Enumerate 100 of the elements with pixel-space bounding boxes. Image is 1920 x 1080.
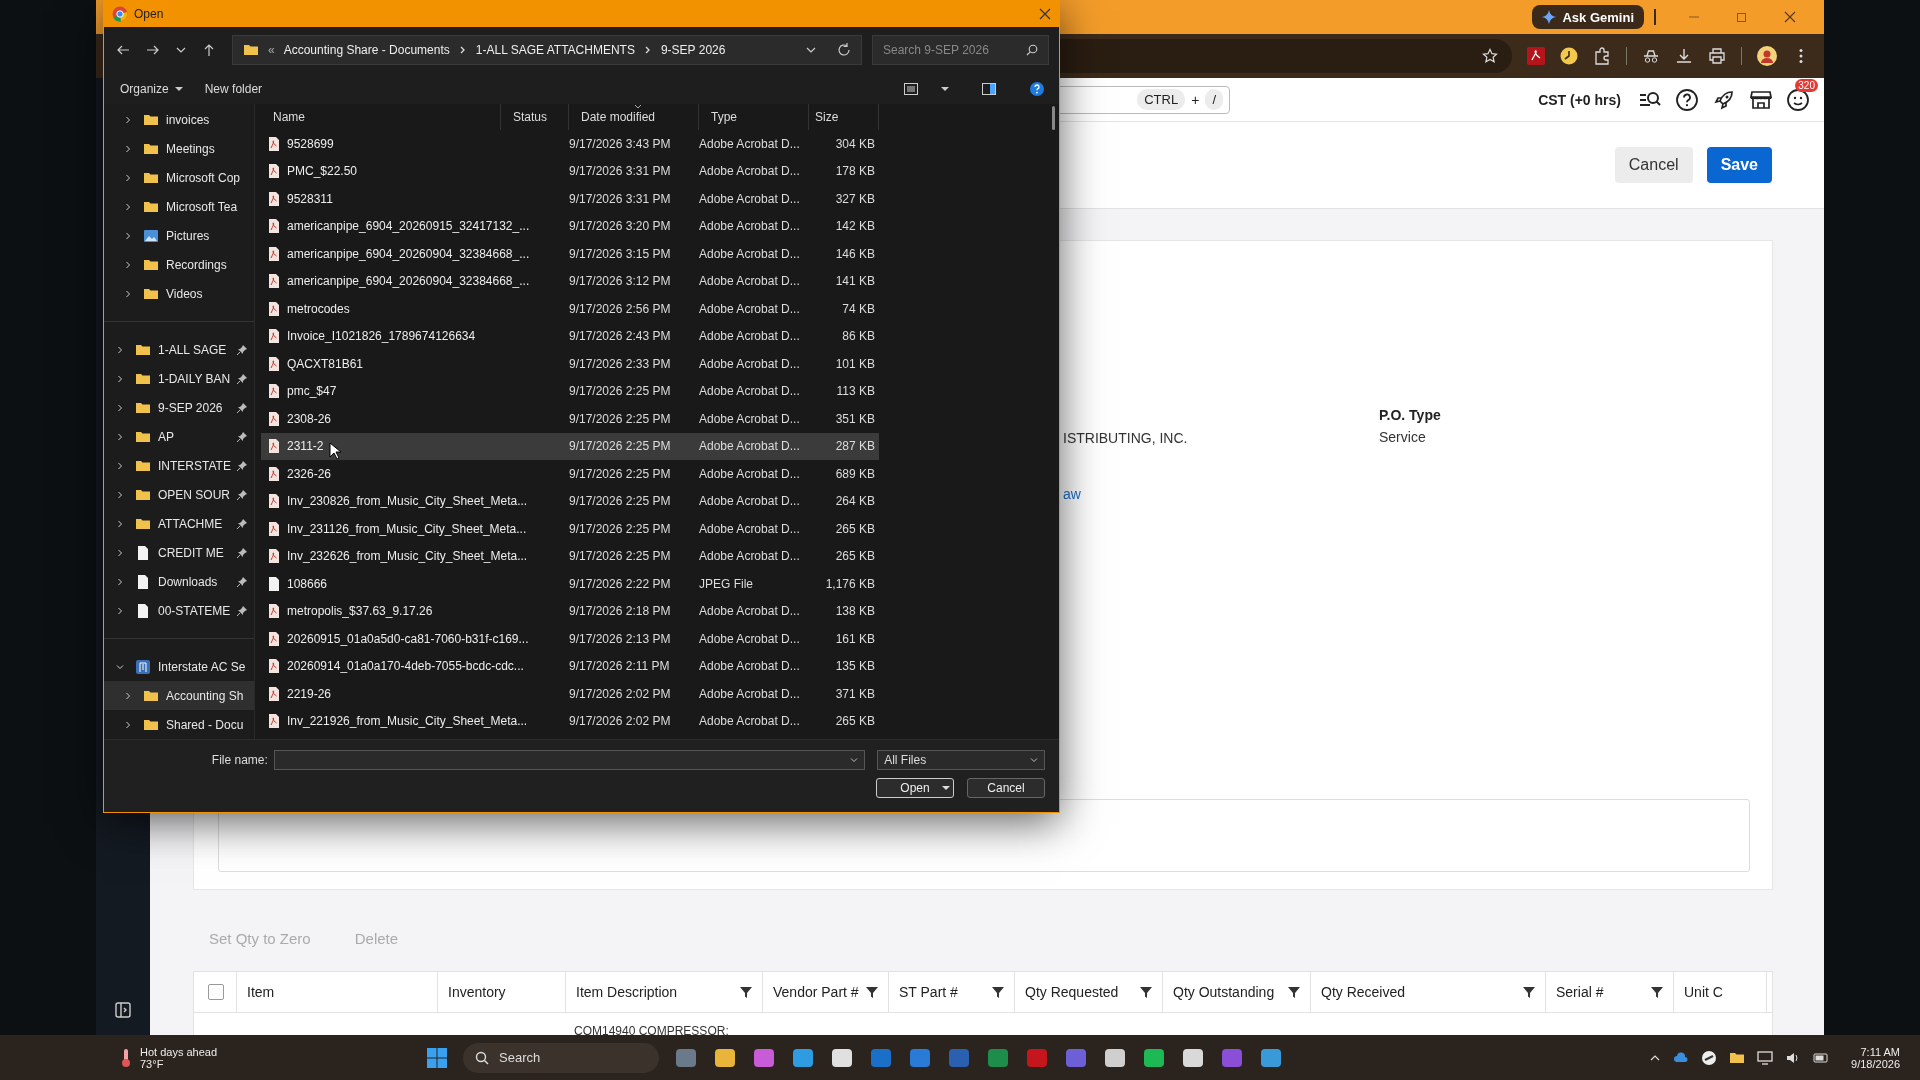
help-icon[interactable]: [1029, 80, 1045, 97]
header-button[interactable]: Save: [1706, 147, 1772, 183]
navigation-item[interactable]: Shared - Docu: [104, 710, 254, 739]
navigation-item[interactable]: invoices: [104, 105, 254, 134]
filter-icon[interactable]: [1523, 986, 1535, 998]
navigation-item[interactable]: Videos: [104, 279, 254, 308]
download-icon[interactable]: [1675, 47, 1693, 65]
details-view-icon[interactable]: [903, 80, 919, 97]
chevron-down-icon[interactable]: [176, 45, 186, 55]
file-row[interactable]: 108666 9/17/2026 2:22 PM JPEG File 1,176 KB: [261, 570, 879, 598]
file-row[interactable]: metropolis_$37.63_9.17.26 9/17/2026 2:18 PM Adobe Acrobat D... 138 KB: [261, 597, 879, 625]
incognito-icon[interactable]: [1642, 47, 1660, 65]
filter-icon[interactable]: [740, 986, 752, 998]
panel-toggle-icon[interactable]: [114, 1001, 132, 1019]
clock[interactable]: 7:11 AM 9/18/2026: [1851, 1045, 1900, 1070]
column-header[interactable]: Qty Received: [1321, 984, 1406, 1000]
file-row[interactable]: Invoice_I1021826_1789674126634 9/17/2026 2:43 PM Adobe Acrobat D... 86 KB: [261, 322, 879, 350]
navigation-item[interactable]: Recordings: [104, 250, 254, 279]
filter-icon[interactable]: [1140, 986, 1152, 998]
chevron-right-icon[interactable]: [643, 46, 652, 54]
file-row[interactable]: 2308-26 9/17/2026 2:25 PM Adobe Acrobat D... 351 KB: [261, 405, 879, 433]
navigation-item[interactable]: 00-STATEME: [104, 596, 254, 625]
file-row[interactable]: pmc_$47 9/17/2026 2:25 PM Adobe Acrobat D... 113 KB: [261, 377, 879, 405]
file-row[interactable]: Inv_230826_from_Music_City_Sheet_Meta... 9/17/2026 2:25 PM Adobe Acrobat D... 264 KB: [261, 487, 879, 515]
filter-icon[interactable]: [992, 986, 1004, 998]
header-button[interactable]: Cancel: [1614, 147, 1693, 183]
pdf-extension-icon[interactable]: [1527, 47, 1545, 65]
navigation-item[interactable]: Microsoft Cop: [104, 163, 254, 192]
avatar-icon[interactable]: [1757, 46, 1777, 66]
user-icon[interactable]: [1786, 87, 1810, 112]
file-row[interactable]: americanpipe_6904_20260915_32417132_... 9/17/2026 3:20 PM Adobe Acrobat D... 142 KB: [261, 212, 879, 240]
close-icon[interactable]: [1784, 11, 1796, 23]
start-icon[interactable]: [426, 1046, 448, 1069]
navigation-item[interactable]: Downloads: [104, 567, 254, 596]
chevron-down-icon[interactable]: [806, 45, 816, 55]
file-row[interactable]: 9528311 9/17/2026 3:31 PM Adobe Acrobat D... 327 KB: [261, 185, 879, 213]
breadcrumb-item[interactable]: 9-SEP 2026: [660, 43, 726, 57]
column-header[interactable]: Size: [809, 104, 879, 130]
navigation-item[interactable]: Interstate AC Se: [104, 652, 254, 681]
file-row[interactable]: 20260914_01a0a170-4deb-7055-bcdc-cdc... 9/17/2026 2:11 PM Adobe Acrobat D... 135 KB: [261, 652, 879, 680]
refresh-icon[interactable]: [837, 43, 851, 57]
restore-icon[interactable]: [1736, 11, 1748, 23]
search-field[interactable]: Search 9-SEP 2026: [872, 35, 1049, 65]
ask-gemini-button[interactable]: Ask Gemini: [1532, 5, 1644, 29]
column-header[interactable]: Item: [247, 984, 275, 1000]
file-row[interactable]: 2326-26 9/17/2026 2:25 PM Adobe Acrobat D... 689 KB: [261, 460, 879, 488]
close-icon[interactable]: [1039, 7, 1051, 20]
file-row[interactable]: americanpipe_6904_20260904_32384668_... 9/17/2026 3:15 PM Adobe Acrobat D... 146 KB: [261, 240, 879, 268]
command-button[interactable]: Organize: [120, 81, 183, 96]
column-header[interactable]: Vendor Part #: [773, 984, 859, 1000]
column-header[interactable]: Name: [261, 104, 501, 130]
filter-icon[interactable]: [1288, 986, 1300, 998]
file-row[interactable]: Inv_231126_from_Music_City_Sheet_Meta... 9/17/2026 2:25 PM Adobe Acrobat D... 265 KB: [261, 515, 879, 543]
file-row[interactable]: Inv_232626_from_Music_City_Sheet_Meta... 9/17/2026 2:25 PM Adobe Acrobat D... 265 KB: [261, 542, 879, 570]
address-bar[interactable]: « Accounting Share - Documents 1-ALL SAGE ATTACHMENTS 9-SEP 2026: [232, 35, 862, 65]
breadcrumb-item[interactable]: 1-ALL SAGE ATTACHMENTS: [475, 43, 635, 57]
navigation-item[interactable]: Meetings: [104, 134, 254, 163]
file-row[interactable]: metrocodes 9/17/2026 2:56 PM Adobe Acrobat D... 74 KB: [261, 295, 879, 323]
column-header[interactable]: Unit C: [1684, 984, 1723, 1000]
taskbar-search-field[interactable]: Search: [463, 1042, 659, 1073]
dialog-button[interactable]: Open: [876, 778, 954, 798]
navigation-item[interactable]: 1-DAILY BAN: [104, 364, 254, 393]
file-type-dropdown[interactable]: All Files: [877, 750, 1045, 770]
navigation-item[interactable]: Microsoft Tea: [104, 192, 254, 221]
file-row[interactable]: QACXT81B61 9/17/2026 2:33 PM Adobe Acrobat D... 101 KB: [261, 350, 879, 378]
navigation-item[interactable]: 9-SEP 2026: [104, 393, 254, 422]
navigation-item[interactable]: INTERSTATE: [104, 451, 254, 480]
navigation-item[interactable]: CREDIT ME: [104, 538, 254, 567]
print-icon[interactable]: [1708, 47, 1726, 65]
breadcrumb-item[interactable]: Accounting Share - Documents: [283, 43, 450, 57]
navigation-item[interactable]: Accounting Sh: [104, 681, 254, 710]
weather-widget[interactable]: Hot days ahead 73°F: [116, 1045, 266, 1070]
up-arrow-icon[interactable]: [202, 43, 216, 57]
chevron-right-icon[interactable]: [458, 46, 467, 54]
puzzle-icon[interactable]: [1593, 47, 1611, 65]
vendor-link[interactable]: aw: [1063, 486, 1081, 502]
star-icon[interactable]: [1482, 48, 1498, 64]
navigation-item[interactable]: 1-ALL SAGE: [104, 335, 254, 364]
column-header[interactable]: Status: [501, 104, 569, 130]
dialog-button[interactable]: Cancel: [967, 778, 1045, 798]
navigation-item[interactable]: ATTACHME: [104, 509, 254, 538]
caret-icon[interactable]: [942, 784, 950, 792]
clock-extension-icon[interactable]: [1560, 47, 1578, 65]
column-header[interactable]: Date modified: [569, 104, 699, 130]
circle-app-icon[interactable]: [1701, 1049, 1718, 1066]
column-header[interactable]: Item Description: [576, 984, 678, 1000]
scrollbar[interactable]: [1052, 106, 1055, 130]
filter-icon[interactable]: [1651, 986, 1663, 998]
overflow-chevron-icon[interactable]: «: [268, 43, 275, 57]
navigation-item[interactable]: OPEN SOUR: [104, 480, 254, 509]
preview-pane-icon[interactable]: [981, 80, 997, 97]
column-header[interactable]: Inventory: [448, 984, 506, 1000]
help-icon[interactable]: [1675, 87, 1699, 112]
column-header[interactable]: Type: [699, 104, 809, 130]
navigation-item[interactable]: AP: [104, 422, 254, 451]
monitor-icon[interactable]: [1757, 1049, 1774, 1066]
column-header[interactable]: Qty Requested: [1025, 984, 1119, 1000]
select-all-checkbox[interactable]: [208, 984, 224, 1000]
file-row[interactable]: 9528699 9/17/2026 3:43 PM Adobe Acrobat D... 304 KB: [261, 130, 879, 158]
column-header[interactable]: Serial #: [1556, 984, 1604, 1000]
